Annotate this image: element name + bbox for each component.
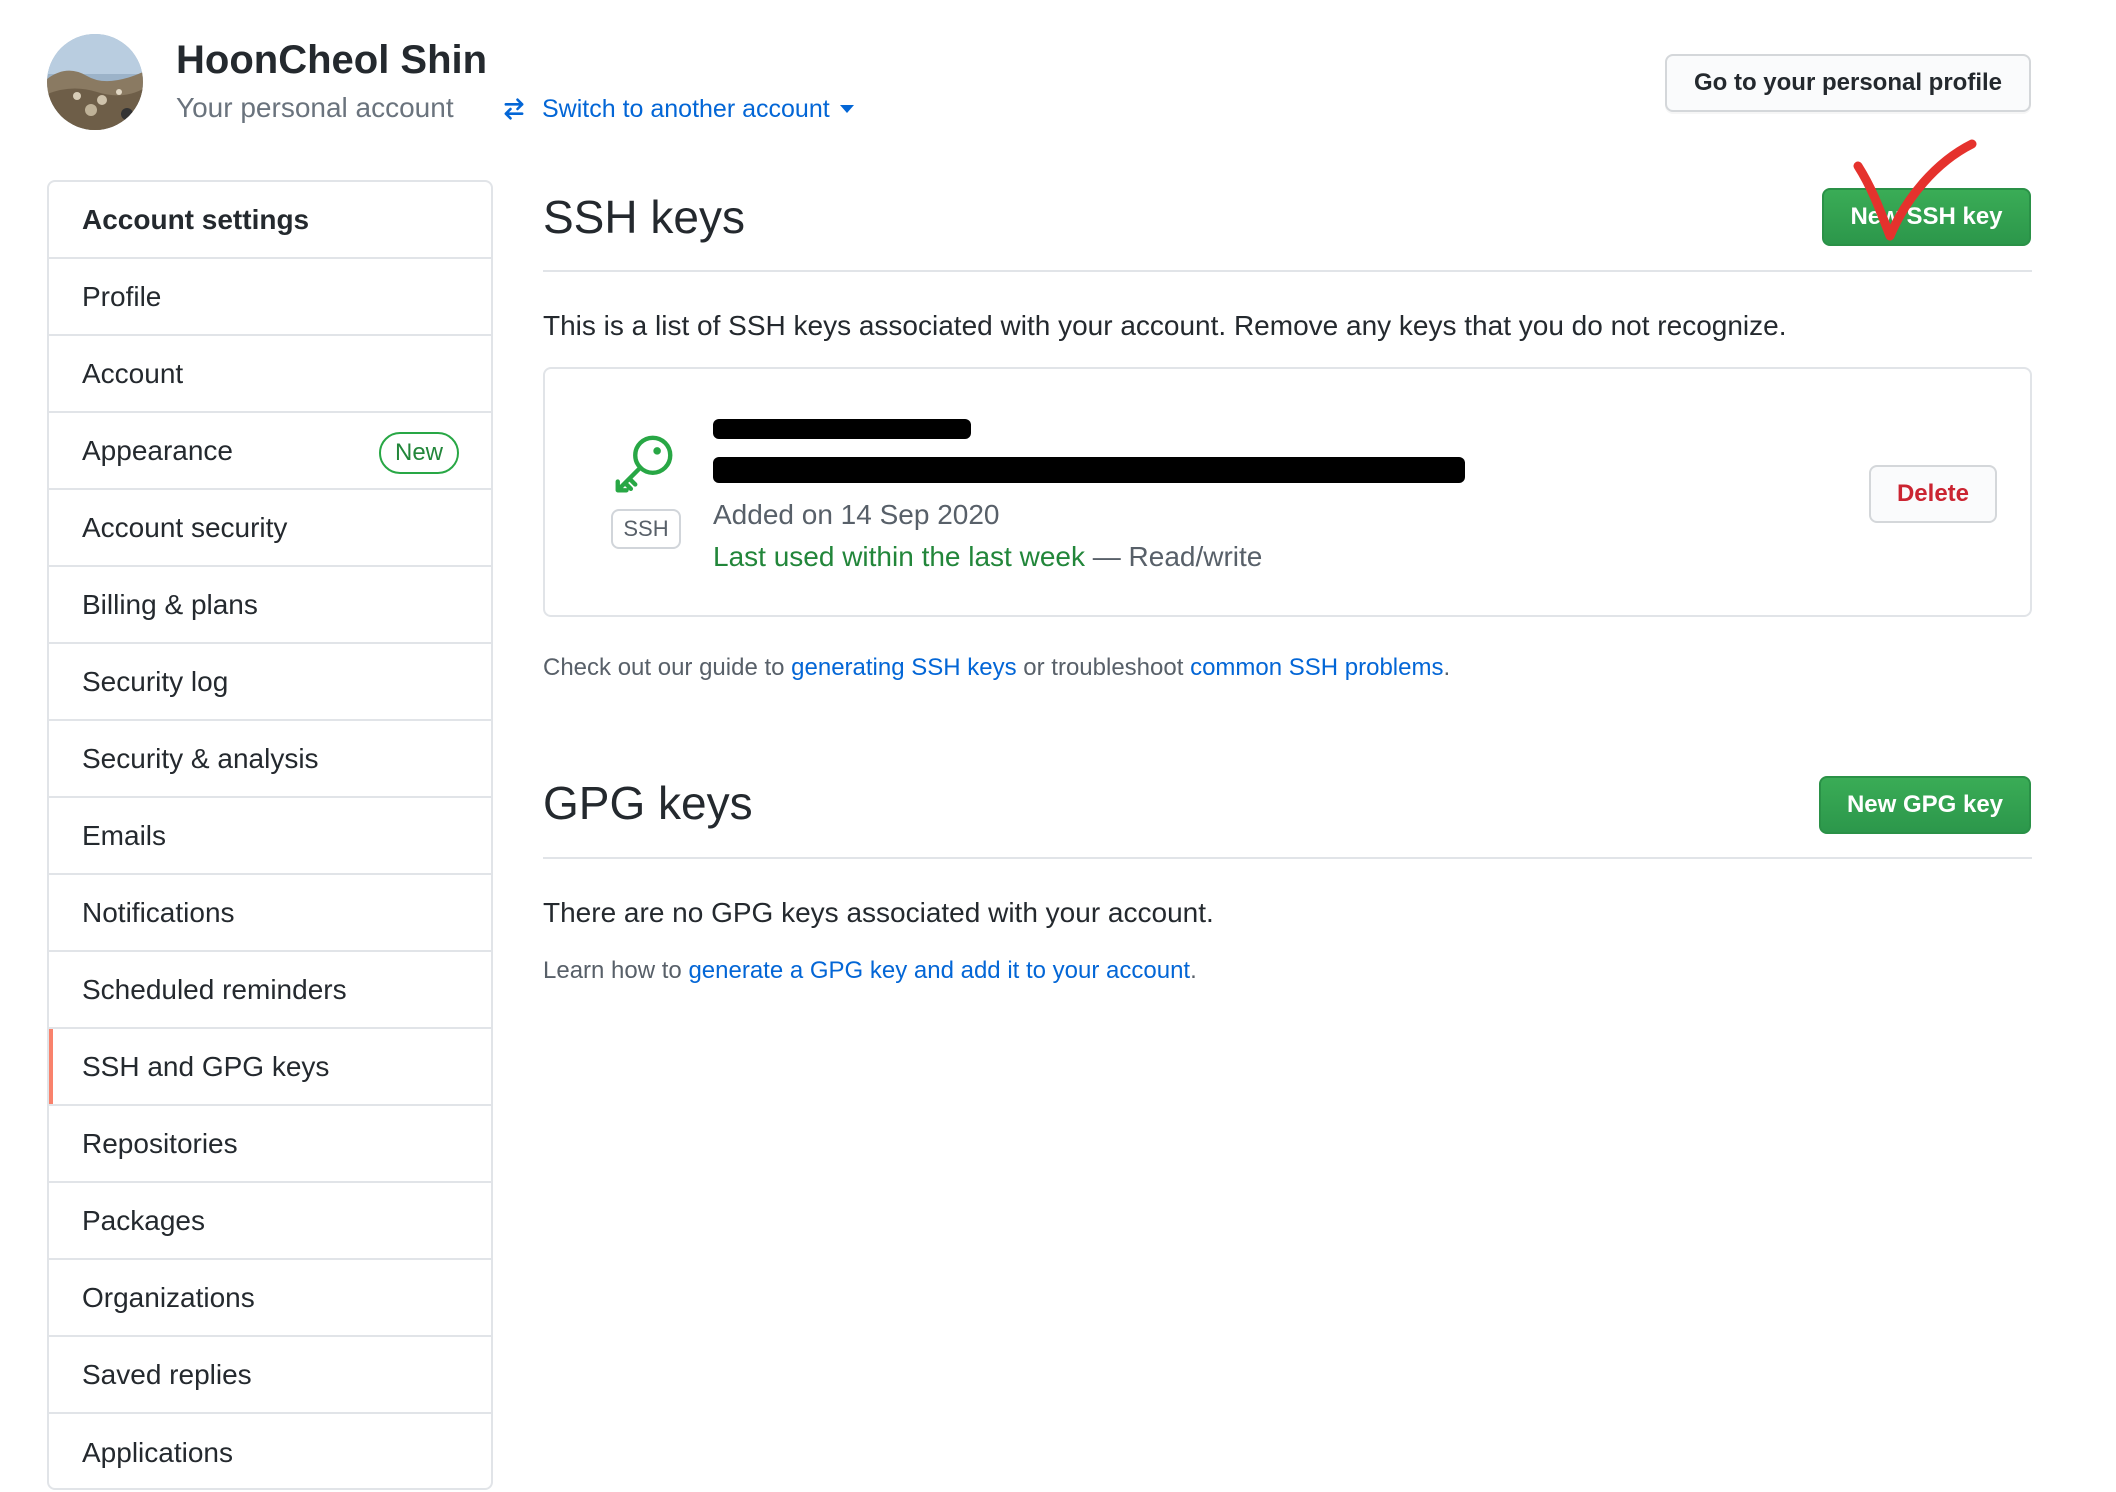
sidebar-item-label: Security log <box>82 665 229 697</box>
redacted-key-title <box>713 419 971 439</box>
avatar-image <box>47 34 143 130</box>
sidebar-item-label: Notifications <box>82 896 235 928</box>
sidebar-item-label: Packages <box>82 1204 205 1236</box>
sidebar-item-billing[interactable]: Billing & plans <box>49 567 491 644</box>
generate-gpg-key-link[interactable]: generate a GPG key and add it to your ac… <box>688 957 1190 984</box>
learn-suffix: . <box>1190 957 1197 984</box>
switch-account-link[interactable]: Switch to another account <box>500 91 854 127</box>
sidebar-item-ssh-gpg-keys[interactable]: SSH and GPG keys <box>49 1029 491 1106</box>
sidebar-item-notifications[interactable]: Notifications <box>49 875 491 952</box>
caret-down-icon <box>839 105 854 113</box>
sidebar-item-label: Saved replies <box>82 1358 252 1390</box>
ssh-description: This is a list of SSH keys associated wi… <box>543 310 1787 341</box>
delete-key-button[interactable]: Delete <box>1869 465 1997 523</box>
sidebar-item-security-log[interactable]: Security log <box>49 644 491 721</box>
sidebar-item-label: Profile <box>82 280 162 312</box>
arrow-switch-icon <box>504 98 524 120</box>
gpg-keys-title: GPG keys <box>543 777 753 829</box>
user-name: HoonCheol Shin <box>176 38 488 82</box>
sidebar-item-applications[interactable]: Applications <box>49 1414 491 1488</box>
ssh-guide-note: Check out our guide to generating SSH ke… <box>543 654 1450 682</box>
sidebar-item-label: Security & analysis <box>82 742 319 774</box>
sidebar-item-emails[interactable]: Emails <box>49 798 491 875</box>
sidebar-item-scheduled-reminders[interactable]: Scheduled reminders <box>49 952 491 1029</box>
sidebar-header: Account settings <box>49 182 491 259</box>
sidebar-item-label: Billing & plans <box>82 588 258 620</box>
avatar[interactable] <box>47 34 143 130</box>
sidebar-item-appearance[interactable]: Appearance New <box>49 413 491 490</box>
sidebar-item-label: Emails <box>82 819 167 851</box>
sidebar-item-saved-replies[interactable]: Saved replies <box>49 1337 491 1414</box>
key-last-used-text: Last used within the last week <box>713 541 1085 572</box>
sidebar-item-label: Repositories <box>82 1127 238 1159</box>
sidebar-item-packages[interactable]: Packages <box>49 1183 491 1260</box>
gpg-divider <box>543 857 2032 859</box>
key-icon <box>615 435 673 493</box>
sidebar-item-organizations[interactable]: Organizations <box>49 1260 491 1337</box>
key-access-level: — Read/write <box>1084 541 1263 572</box>
ssh-key-item: SSH Added on 14 Sep 2020 Last used withi… <box>543 367 2032 617</box>
gpg-empty-text: There are no GPG keys associated with yo… <box>543 897 1214 928</box>
sidebar-item-account-security[interactable]: Account security <box>49 490 491 567</box>
account-type-label: Your personal account <box>176 92 454 123</box>
guide-suffix: . <box>1443 654 1451 681</box>
settings-sidebar: Account settings Profile Account Appeara… <box>47 180 493 1490</box>
ssh-keys-title: SSH keys <box>543 191 745 243</box>
key-last-used: Last used within the last week — Read/wr… <box>713 541 1262 573</box>
guide-middle: or troubleshoot <box>1016 654 1191 681</box>
new-badge: New <box>378 432 459 474</box>
guide-prefix: Check out our guide to <box>543 654 792 681</box>
sidebar-item-account[interactable]: Account <box>49 336 491 413</box>
sidebar-item-label: Scheduled reminders <box>82 973 347 1005</box>
generating-ssh-keys-link[interactable]: generating SSH keys <box>791 654 1016 681</box>
sidebar-item-label: Account security <box>82 511 288 543</box>
common-ssh-problems-link[interactable]: common SSH problems <box>1190 654 1443 681</box>
key-added-date: Added on 14 Sep 2020 <box>713 499 1000 530</box>
sidebar-item-label: SSH and GPG keys <box>82 1050 330 1082</box>
go-to-profile-button[interactable]: Go to your personal profile <box>1665 54 2031 112</box>
gpg-learn-note: Learn how to generate a GPG key and add … <box>543 957 1197 985</box>
sidebar-item-profile[interactable]: Profile <box>49 259 491 336</box>
new-gpg-key-button[interactable]: New GPG key <box>1819 776 2031 834</box>
learn-prefix: Learn how to <box>543 957 689 984</box>
sidebar-item-label: Appearance <box>82 434 234 466</box>
sidebar-item-label: Organizations <box>82 1281 255 1313</box>
sidebar-item-repositories[interactable]: Repositories <box>49 1106 491 1183</box>
ssh-divider <box>543 270 2032 272</box>
sidebar-item-security-analysis[interactable]: Security & analysis <box>49 721 491 798</box>
sidebar-item-label: Account <box>82 357 184 389</box>
new-ssh-key-button[interactable]: New SSH key <box>1822 188 2031 246</box>
redacted-key-fingerprint <box>713 457 1465 483</box>
sidebar-item-label: Applications <box>82 1436 233 1468</box>
ssh-type-label: SSH <box>611 509 681 549</box>
switch-account-label: Switch to another account <box>542 94 830 123</box>
